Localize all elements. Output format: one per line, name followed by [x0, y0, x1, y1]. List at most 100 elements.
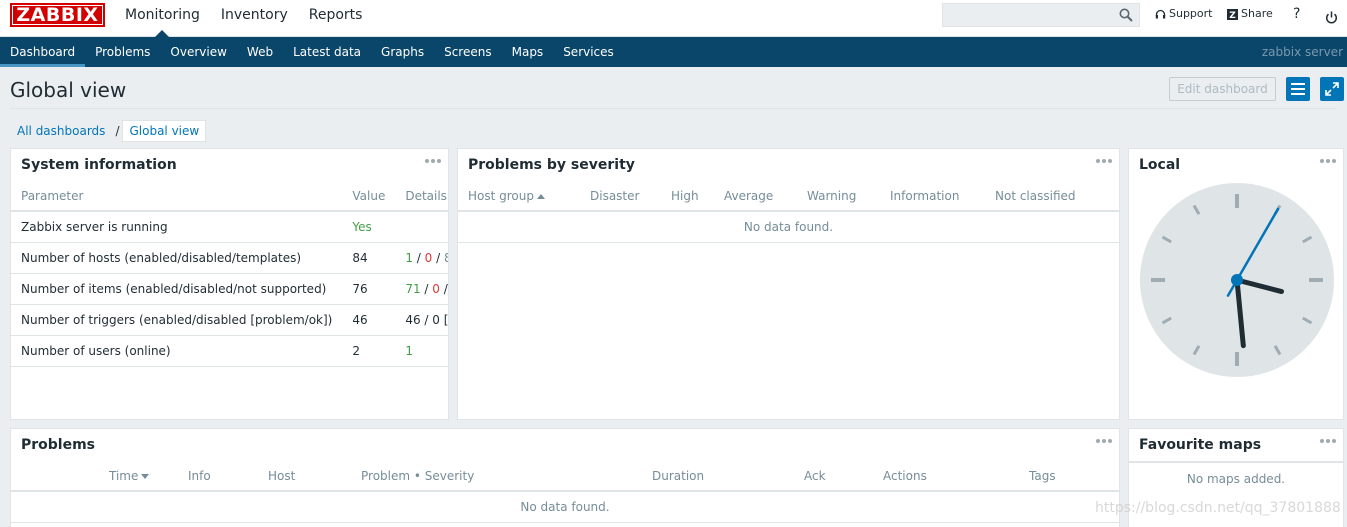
widget-title: Problems by severity — [468, 157, 635, 173]
breadcrumb-current[interactable]: Global view — [122, 119, 207, 142]
no-data-message: No data found. — [11, 491, 1119, 523]
column-header: Problem • Severity — [351, 461, 642, 492]
details-cell — [395, 211, 448, 243]
widget-menu-button[interactable] — [425, 157, 442, 165]
column-header: Value — [342, 181, 396, 212]
widget-menu-button[interactable] — [1096, 157, 1113, 165]
top-bar: ZABBIX Monitoring Inventory Reports Supp… — [0, 0, 1347, 37]
details-cell: 71 / 0 / 5 — [395, 273, 448, 305]
table-row: Number of hosts (enabled/disabled/templa… — [11, 242, 448, 274]
dashboard-list-button[interactable] — [1286, 77, 1310, 101]
column-header: Info — [178, 461, 258, 492]
zabbix-logo[interactable]: ZABBIX — [10, 3, 105, 27]
power-icon — [1325, 11, 1338, 24]
main-nav-monitoring[interactable]: Monitoring — [125, 0, 200, 37]
details-cell: 1 / 0 / 83 — [395, 242, 448, 274]
table-row: Zabbix server is running Yes — [11, 211, 448, 243]
column-header-host-group[interactable]: Host group — [458, 181, 580, 212]
support-link[interactable]: Support — [1155, 0, 1212, 30]
share-link[interactable]: Z Share — [1227, 0, 1273, 30]
fullscreen-button[interactable] — [1320, 77, 1344, 101]
column-header: Information — [880, 181, 985, 212]
value-cell: 84 — [342, 242, 396, 274]
clock-widget: Local — [1128, 148, 1344, 420]
subnav-screens[interactable]: Screens — [434, 37, 502, 67]
subnav-problems[interactable]: Problems — [85, 37, 160, 67]
column-header: Ack — [794, 461, 873, 492]
subnav-latest-data[interactable]: Latest data — [283, 37, 371, 67]
main-nav-inventory[interactable]: Inventory — [221, 0, 288, 37]
parameter-cell: Number of users (online) — [11, 335, 343, 367]
edit-dashboard-button[interactable]: Edit dashboard — [1169, 77, 1276, 101]
table-row: Number of users (online) 2 1 — [11, 335, 448, 367]
logout-button[interactable] — [1325, 7, 1338, 37]
breadcrumb: All dashboards / Global view — [10, 119, 207, 142]
fullscreen-icon — [1325, 82, 1339, 96]
help-button[interactable]: ? — [1293, 0, 1300, 30]
subnav-web[interactable]: Web — [237, 37, 283, 67]
subnav-maps[interactable]: Maps — [502, 37, 554, 67]
separator: / — [432, 250, 444, 265]
templates-count: 83 — [444, 251, 448, 265]
problem-count: 0 — [448, 313, 449, 327]
share-label: Share — [1241, 7, 1273, 20]
widget-menu-button[interactable] — [1096, 437, 1113, 445]
column-header: Disaster — [580, 181, 661, 212]
value-cell: 46 — [342, 304, 396, 336]
enabled-count: 1 — [405, 250, 413, 265]
sort-asc-icon — [537, 193, 545, 199]
column-header: Not classified — [985, 181, 1119, 212]
widget-title: Problems — [21, 437, 96, 453]
system-info-table: Parameter Value Details Zabbix server is… — [11, 181, 449, 367]
column-header: Duration — [642, 461, 794, 492]
separator: / — [412, 250, 425, 265]
svg-text:Z: Z — [1229, 11, 1236, 20]
parameter-cell: Number of triggers (enabled/disabled [pr… — [11, 304, 343, 336]
separator: / — [443, 281, 448, 296]
widget-menu-button[interactable] — [1320, 437, 1337, 445]
table-row: No data found. — [458, 211, 1119, 243]
subnav-dashboard[interactable]: Dashboard — [0, 37, 86, 67]
problems-table: Time Info Host Problem • Severity Durati… — [11, 461, 1119, 523]
column-header: Average — [714, 181, 797, 212]
search-icon[interactable] — [1119, 8, 1133, 22]
system-information-widget: System information Parameter Value Detai… — [10, 148, 449, 420]
severity-table: Host group Disaster High Average Warning… — [458, 181, 1119, 243]
no-data-message: No data found. — [458, 211, 1119, 243]
value-cell: 76 — [342, 273, 396, 305]
list-icon — [1291, 83, 1305, 95]
column-header-time[interactable]: Time — [99, 461, 178, 492]
column-header: Host — [258, 461, 351, 492]
analog-clock — [1140, 183, 1334, 377]
sub-nav: Dashboard Problems Overview Web Latest d… — [0, 37, 1347, 67]
header-divider — [10, 108, 1337, 109]
separator: / — [420, 281, 433, 296]
breadcrumb-all-dashboards[interactable]: All dashboards — [10, 124, 112, 138]
column-header-blank — [11, 461, 99, 492]
column-header: High — [661, 181, 714, 212]
column-header: Actions — [873, 461, 1019, 492]
details-cell: 1 — [395, 335, 448, 367]
subnav-overview[interactable]: Overview — [160, 37, 237, 67]
search-input[interactable] — [942, 3, 1140, 27]
subnav-graphs[interactable]: Graphs — [371, 37, 434, 67]
enabled-count: 71 — [405, 281, 421, 296]
column-header: Warning — [797, 181, 880, 212]
column-header: Details — [395, 181, 448, 212]
main-nav-reports[interactable]: Reports — [309, 0, 363, 37]
parameter-cell: Number of hosts (enabled/disabled/templa… — [11, 242, 343, 274]
value-cell: 2 — [342, 335, 396, 367]
problems-widget: Problems Time Info Host Problem • Severi… — [10, 428, 1120, 527]
subnav-services[interactable]: Services — [553, 37, 624, 67]
support-label: Support — [1169, 7, 1213, 20]
widget-menu-button[interactable] — [1320, 157, 1337, 165]
details-cell: 46 / 0 [0 / 46] — [395, 304, 449, 336]
widget-title: System information — [21, 157, 177, 173]
parameter-cell: Zabbix server is running — [11, 211, 343, 243]
share-icon: Z — [1227, 8, 1238, 20]
parameter-cell: Number of items (enabled/disabled/not su… — [11, 273, 343, 305]
headset-icon — [1155, 9, 1166, 18]
main-nav: Monitoring Inventory Reports — [125, 0, 383, 37]
clock-center — [1231, 274, 1243, 286]
online-count: 1 — [405, 343, 413, 358]
